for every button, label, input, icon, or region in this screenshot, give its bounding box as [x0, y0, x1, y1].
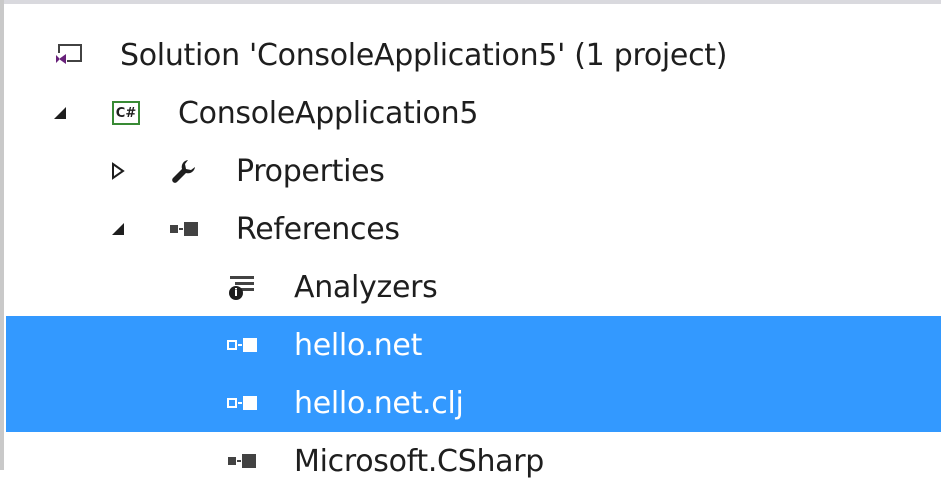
references-icon	[168, 200, 200, 258]
expanded-arrow-icon[interactable]	[48, 84, 72, 142]
reference-icon	[226, 316, 258, 374]
solution-icon	[52, 26, 84, 84]
tree-item-properties[interactable]: Properties	[6, 142, 941, 200]
tree-item-analyzers[interactable]: Analyzers	[6, 258, 941, 316]
panel-left-border	[0, 0, 4, 470]
reference-icon	[226, 432, 258, 490]
panel-top-border	[0, 0, 941, 4]
collapsed-arrow-icon[interactable]	[106, 142, 130, 200]
tree-item-references[interactable]: References	[6, 200, 941, 258]
solution-explorer-tree: Solution 'ConsoleApplication5' (1 projec…	[6, 26, 941, 490]
tree-item-solution[interactable]: Solution 'ConsoleApplication5' (1 projec…	[6, 26, 941, 84]
expanded-arrow-icon[interactable]	[106, 200, 130, 258]
csharp-project-icon: C#	[110, 84, 142, 142]
tree-item-label: hello.net.clj	[294, 385, 464, 421]
tree-item-project[interactable]: C# ConsoleApplication5	[6, 84, 941, 142]
tree-item-label: Microsoft.CSharp	[294, 443, 545, 479]
tree-item-reference[interactable]: hello.net	[6, 316, 941, 374]
tree-item-label: References	[236, 211, 400, 247]
tree-item-reference[interactable]: hello.net.clj	[6, 374, 941, 432]
wrench-icon	[168, 142, 200, 200]
reference-icon	[226, 374, 258, 432]
tree-item-label: ConsoleApplication5	[178, 95, 479, 131]
tree-item-label: Properties	[236, 153, 385, 189]
analyzers-icon	[226, 258, 258, 316]
tree-item-label: Solution 'ConsoleApplication5' (1 projec…	[120, 37, 728, 73]
tree-item-label: Analyzers	[294, 269, 438, 305]
tree-item-label: hello.net	[294, 327, 423, 363]
tree-item-reference[interactable]: Microsoft.CSharp	[6, 432, 941, 490]
